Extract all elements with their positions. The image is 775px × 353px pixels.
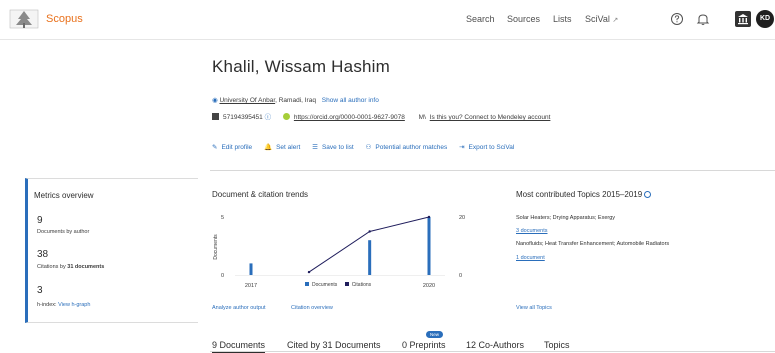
- user-avatar[interactable]: KD: [756, 10, 774, 28]
- documents-bar: [427, 217, 431, 275]
- external-link-icon: ↗: [612, 17, 619, 24]
- nav-lists[interactable]: Lists: [553, 14, 572, 24]
- x-tick-label: 2020: [423, 283, 435, 289]
- top-bar: Scopus Search Sources Lists SciVal ↗ KD: [0, 0, 775, 40]
- institution-icon[interactable]: [735, 11, 751, 27]
- documents-bar: [249, 263, 253, 275]
- mendeley-icon: M\: [418, 114, 426, 121]
- brand-name[interactable]: Scopus: [46, 13, 83, 25]
- tabs-underline: [210, 351, 775, 352]
- show-all-author-info-link[interactable]: Show all author info: [322, 97, 379, 104]
- chart-legend: Documents Citations: [305, 282, 371, 288]
- pencil-icon: ✎: [212, 144, 218, 151]
- documents-count[interactable]: 9: [37, 215, 43, 226]
- analyze-author-output-link[interactable]: Analyze author output: [212, 305, 266, 311]
- help-icon[interactable]: [668, 10, 686, 28]
- citations-documents-count: 31 documents: [67, 264, 105, 270]
- tab-topics[interactable]: Topics: [544, 340, 570, 350]
- nav-search[interactable]: Search: [466, 14, 495, 24]
- view-h-graph-link[interactable]: View h-graph: [58, 302, 90, 308]
- tab-co-authors[interactable]: 12 Co-Authors: [466, 340, 524, 350]
- edit-profile-button[interactable]: ✎ Edit profile: [212, 143, 252, 151]
- scopus-id: 57194395451: [223, 114, 263, 121]
- topics-title-text: Most contributed Topics 2015–2019: [516, 190, 643, 199]
- x-tick-label: 2017: [245, 283, 257, 289]
- y2-axis-label: Citations: [473, 237, 475, 257]
- set-alert-label: Set alert: [276, 144, 301, 151]
- y-tick-label: 5: [221, 215, 224, 221]
- export-to-scival-button[interactable]: ⇥ Export to SciVal: [459, 143, 514, 151]
- citations-label: Citations by 31 documents: [37, 264, 104, 270]
- mendeley-connect-link[interactable]: Is this you? Connect to Mendeley account: [430, 114, 551, 121]
- y-tick-label: 0: [221, 273, 224, 279]
- potential-author-matches-button[interactable]: ⚇ Potential author matches: [366, 143, 448, 151]
- view-all-topics-link[interactable]: View all Topics: [516, 305, 552, 311]
- nav-scival-label: SciVal: [585, 14, 610, 24]
- info-icon[interactable]: ⓘ: [265, 114, 272, 121]
- location-icon: ◉: [212, 97, 218, 104]
- author-name: Khalil, Wissam Hashim: [212, 57, 391, 76]
- author-identifiers: 57194395451 ⓘ https://orcid.org/0000-000…: [212, 111, 550, 121]
- potential-author-matches-label: Potential author matches: [375, 144, 448, 151]
- export-icon: ⇥: [459, 144, 465, 151]
- citations-legend-swatch: [344, 282, 349, 286]
- legend-documents: Documents: [312, 282, 338, 288]
- h-index-label: h-index: View h-graph: [37, 302, 90, 308]
- y2-tick-label: 0: [459, 273, 462, 279]
- tab-cited-by[interactable]: Cited by 31 Documents: [287, 340, 381, 350]
- citations-point: [427, 215, 431, 219]
- legend-citations: Citations: [351, 282, 372, 288]
- y2-tick-label: 20: [459, 215, 465, 221]
- affiliation-link[interactable]: University Of Anbar: [219, 97, 275, 104]
- save-to-list-button[interactable]: ☰ Save to list: [312, 143, 354, 151]
- topic-name: Solar Heaters; Drying Apparatus; Exergy: [516, 215, 616, 221]
- h-index-text: h-index:: [37, 302, 59, 308]
- documents-legend-swatch: [305, 282, 309, 286]
- citations-point: [307, 270, 311, 274]
- orcid-link[interactable]: https://orcid.org/0000-0001-9627-9078: [294, 114, 405, 121]
- affiliation-line: ◉ University Of Anbar, Ramadi, Iraq Show…: [212, 96, 379, 104]
- set-alert-button[interactable]: 🔔 Set alert: [264, 143, 300, 151]
- scopus-id-icon: [212, 113, 219, 120]
- topic-documents-link[interactable]: 1 document: [516, 255, 545, 261]
- metrics-overview-card: Metrics overview 9 Documents by author 3…: [25, 178, 198, 323]
- y-axis-label: Documents: [213, 234, 219, 260]
- citation-overview-link[interactable]: Citation overview: [291, 305, 333, 311]
- nav-scival[interactable]: SciVal ↗: [585, 14, 618, 24]
- people-icon: ⚇: [365, 144, 372, 151]
- section-divider: [210, 170, 775, 171]
- edit-profile-label: Edit profile: [221, 144, 253, 151]
- metrics-title: Metrics overview: [34, 191, 94, 200]
- elsevier-logo[interactable]: [8, 7, 40, 31]
- affiliation-location: , Ramadi, Iraq: [275, 97, 316, 104]
- bell-icon: 🔔: [263, 144, 273, 151]
- topic-name: Nanofluids; Heat Transfer Enhancement; A…: [516, 241, 670, 247]
- tab-preprints[interactable]: 0 Preprints: [402, 340, 446, 350]
- new-badge: New: [426, 331, 444, 338]
- citations-count[interactable]: 38: [37, 249, 48, 260]
- documents-bar: [368, 240, 372, 275]
- orcid-icon: [282, 113, 290, 120]
- author-actions: ✎ Edit profile 🔔 Set alert ☰ Save to list ⚇…: [212, 143, 524, 151]
- info-icon[interactable]: [644, 191, 652, 198]
- nav-sources[interactable]: Sources: [507, 14, 540, 24]
- topic-documents-link[interactable]: 3 documents: [516, 228, 548, 234]
- building-icon: [738, 14, 748, 25]
- bell-icon[interactable]: [694, 10, 712, 28]
- citations-point: [368, 230, 371, 233]
- export-to-scival-label: Export to SciVal: [468, 144, 515, 151]
- topics-title: Most contributed Topics 2015–2019: [516, 190, 652, 199]
- documents-label: Documents by author: [37, 229, 90, 235]
- h-index-value: 3: [37, 285, 43, 296]
- trends-title: Document & citation trends: [212, 190, 309, 199]
- list-icon: ☰: [312, 144, 318, 151]
- save-to-list-label: Save to list: [321, 144, 354, 151]
- citations-label-prefix: Citations by: [37, 264, 68, 270]
